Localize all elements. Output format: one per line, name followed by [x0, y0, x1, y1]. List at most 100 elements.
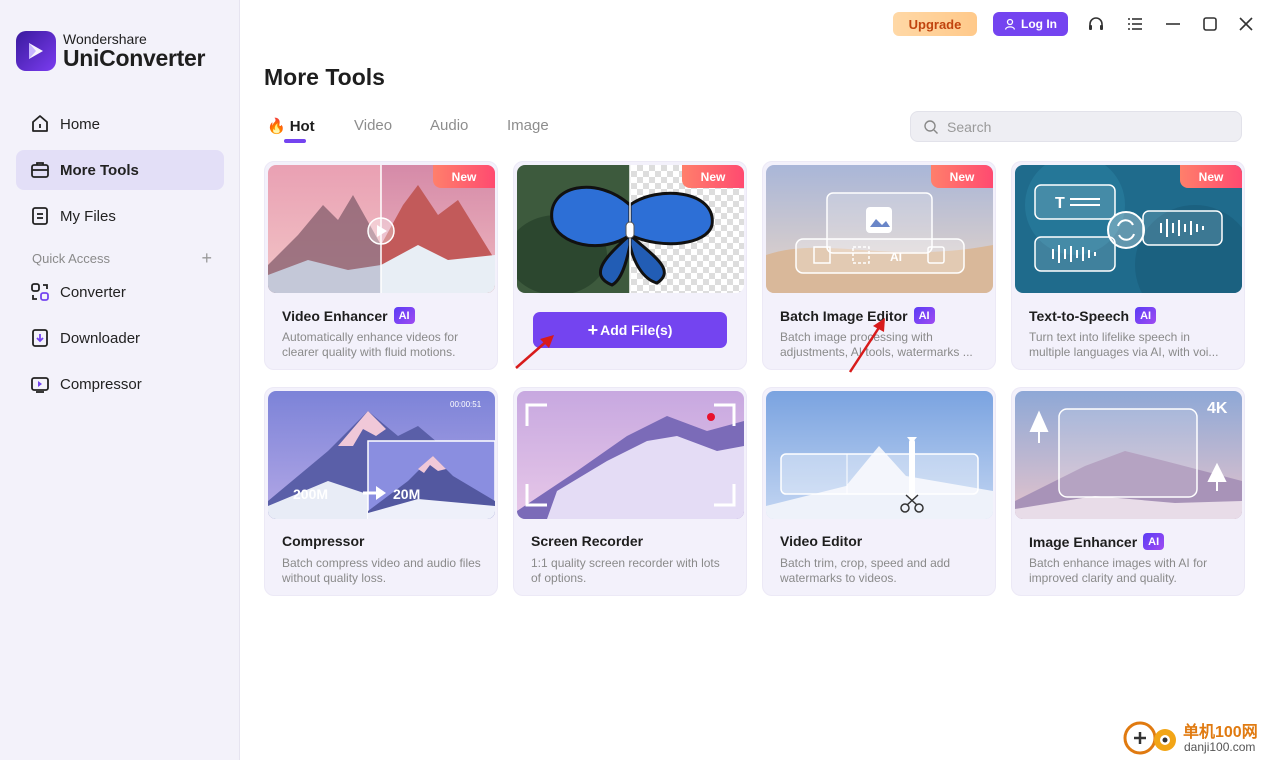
text-to-speech-thumbnail: T New — [1015, 165, 1242, 293]
sidebar-item-converter[interactable]: Converter — [16, 272, 224, 312]
home-icon — [32, 115, 48, 132]
watermark-cn-text: 单机100网 — [1183, 724, 1258, 741]
card-title: Image Enhancer AI — [1029, 533, 1165, 550]
butterfly-thumbnail: New — [517, 165, 744, 293]
card-title: Screen Recorder — [531, 533, 643, 549]
tool-card-video-enhancer[interactable]: New Video Enhancer AI Automatically enha… — [264, 161, 498, 370]
video-enhancer-thumbnail: New — [268, 165, 495, 293]
card-title-text: Batch Image Editor — [780, 307, 908, 324]
size-after-label: 20M — [393, 486, 421, 502]
fire-icon: 🔥 — [267, 118, 286, 135]
ai-badge: AI — [1143, 533, 1165, 550]
tool-card-image-enhancer[interactable]: 4K Image Enhancer AI Batch enhance image… — [1011, 387, 1245, 596]
sidebar-item-label: Compressor — [60, 375, 142, 393]
ai-badge: AI — [393, 307, 415, 324]
sidebar-item-label: More Tools — [60, 161, 139, 179]
sidebar-item-home[interactable]: Home — [16, 104, 224, 144]
card-title: Batch Image Editor AI — [780, 307, 935, 324]
compressor-icon — [31, 377, 49, 393]
card-title-text: Video Enhancer — [282, 307, 388, 324]
new-badge: New — [682, 165, 744, 188]
tab-label: Hot — [289, 117, 315, 135]
search-box[interactable] — [910, 111, 1242, 142]
upgrade-button[interactable]: Upgrade — [893, 12, 977, 36]
compressor-thumbnail: 200M 20M 00:00:51 — [268, 391, 495, 519]
file-icon — [32, 207, 48, 225]
batch-image-editor-thumbnail: AI New — [766, 165, 993, 293]
card-description: Turn text into lifelike speech in multip… — [1029, 330, 1219, 359]
ai-badge: AI — [1135, 307, 1157, 324]
card-title: Video Editor — [780, 533, 862, 549]
sidebar-item-label: Home — [60, 115, 101, 133]
support-headset-icon[interactable] — [1086, 14, 1106, 34]
user-icon — [1004, 18, 1016, 30]
brand-line2: UniConverter — [63, 45, 206, 71]
sidebar-item-downloader[interactable]: Downloader — [16, 318, 224, 358]
card-title: Compressor — [282, 533, 364, 549]
ai-badge: AI — [913, 307, 935, 324]
menu-icon[interactable] — [1125, 14, 1145, 34]
image-enhancer-thumbnail: 4K — [1015, 391, 1242, 519]
new-badge: New — [931, 165, 993, 188]
add-files-button[interactable]: + Add File(s) — [533, 312, 727, 348]
add-files-label: Add File(s) — [600, 322, 673, 338]
sidebar: Wondershare UniConverter Home More Tools… — [0, 0, 240, 760]
maximize-icon[interactable] — [1200, 14, 1220, 34]
tool-card-compressor[interactable]: 200M 20M 00:00:51 Compressor Batch compr… — [264, 387, 498, 596]
new-badge: New — [1180, 165, 1242, 188]
sidebar-item-label: Downloader — [60, 329, 141, 347]
new-badge: New — [433, 165, 495, 188]
tool-card-screen-recorder[interactable]: Screen Recorder 1:1 quality screen recor… — [513, 387, 747, 596]
tab-video[interactable]: Video — [354, 117, 392, 134]
svg-text:AI: AI — [890, 250, 902, 264]
card-title-text: Screen Recorder — [531, 533, 644, 549]
page-title: More Tools — [264, 64, 385, 90]
search-icon — [924, 119, 938, 134]
tool-card-background-remover[interactable]: New + Add File(s) — [513, 161, 747, 370]
quick-access-label: Quick Access — [32, 250, 111, 266]
site-watermark: 单机100网 danji100.com — [1120, 714, 1270, 760]
svg-text:T: T — [1055, 195, 1065, 212]
screen-recorder-thumbnail — [517, 391, 744, 519]
tab-image[interactable]: Image — [507, 117, 549, 134]
uniconverter-logo-icon — [16, 31, 56, 71]
plus-icon: + — [587, 320, 599, 340]
card-title: Text-to-Speech AI — [1029, 307, 1157, 324]
sidebar-item-label: Converter — [60, 283, 126, 301]
close-icon[interactable] — [1236, 14, 1256, 34]
card-description: 1:1 quality screen recorder with lots of… — [531, 556, 720, 585]
video-editor-thumbnail — [766, 391, 993, 519]
quick-access-header: Quick Access + — [32, 249, 212, 267]
watermark-logo-icon — [1123, 721, 1176, 755]
tab-audio[interactable]: Audio — [430, 117, 468, 134]
login-label: Log In — [1021, 17, 1057, 31]
downloader-icon — [32, 329, 48, 347]
converter-icon — [31, 283, 49, 301]
sidebar-item-more-tools[interactable]: More Tools — [16, 150, 224, 190]
card-description: Batch trim, crop, speed and add watermar… — [780, 556, 951, 585]
card-description: Automatically enhance videos for clearer… — [282, 330, 459, 359]
card-title-text: Image Enhancer — [1029, 533, 1138, 550]
toolbox-icon — [31, 162, 49, 178]
sidebar-item-my-files[interactable]: My Files — [16, 196, 224, 236]
minimize-icon[interactable] — [1163, 14, 1183, 34]
card-description: Batch compress video and audio files wit… — [282, 556, 481, 585]
active-tab-indicator — [284, 139, 306, 143]
card-title-text: Compressor — [282, 533, 365, 549]
add-quick-access-icon[interactable]: + — [201, 249, 212, 267]
sidebar-item-compressor[interactable]: Compressor — [16, 364, 224, 404]
card-description: Batch enhance images with AI for improve… — [1029, 556, 1208, 585]
login-button[interactable]: Log In — [993, 12, 1068, 36]
search-input[interactable] — [947, 118, 1217, 135]
resolution-label: 4K — [1207, 400, 1228, 417]
card-title-text: Text-to-Speech — [1029, 307, 1130, 324]
size-before-label: 200M — [293, 486, 329, 502]
tool-card-video-editor[interactable]: Video Editor Batch trim, crop, speed and… — [762, 387, 996, 596]
app-logo: Wondershare UniConverter — [16, 31, 205, 71]
tool-card-text-to-speech[interactable]: T New Text-to-Speech AI Turn text into l… — [1011, 161, 1245, 370]
tool-card-batch-image-editor[interactable]: AI New Batch Image Editor AI Batch image… — [762, 161, 996, 370]
tab-hot[interactable]: 🔥 Hot — [267, 117, 315, 136]
brand-line1: Wondershare — [63, 31, 147, 47]
timecode-label: 00:00:51 — [450, 400, 482, 409]
card-title-text: Video Editor — [780, 533, 863, 549]
